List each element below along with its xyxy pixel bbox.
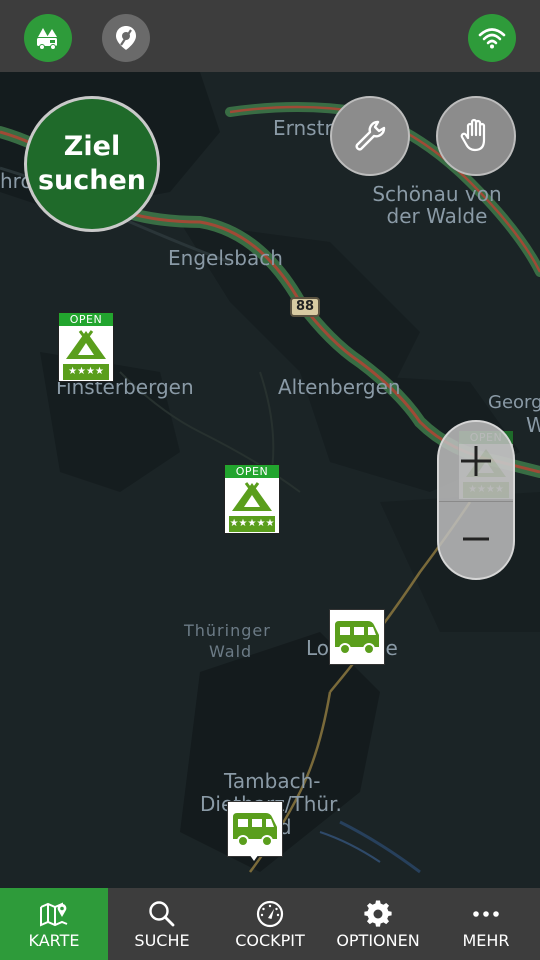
app-screen: Ernstroda hroda Schönau von der Walde En… (0, 0, 540, 960)
nav-suche[interactable]: SUCHE (108, 888, 216, 960)
motorhome-icon (335, 621, 379, 655)
connectivity-button[interactable] (468, 14, 516, 62)
more-dots-icon (473, 910, 499, 917)
place-altenbergen: Altenbergen (278, 375, 401, 399)
wrench-icon (355, 120, 386, 151)
plus-icon (461, 446, 491, 476)
map-icon (40, 901, 68, 927)
nav-cockpit[interactable]: COCKPIT (216, 888, 324, 960)
camper-mode-button[interactable] (24, 14, 72, 62)
motorhome-icon (233, 813, 277, 847)
speedometer-icon (256, 900, 284, 927)
open-badge: OPEN (225, 465, 279, 478)
zoom-control (437, 420, 515, 580)
nav-label: COCKPIT (235, 930, 305, 950)
zoom-in-button[interactable] (439, 422, 513, 500)
tent-icon (232, 482, 272, 511)
rating-stars: ★★★★★ (229, 516, 275, 532)
pan-mode-button[interactable] (436, 96, 516, 176)
campsite-marker[interactable]: OPEN ★★★★★ (224, 464, 280, 534)
motorhome-site-marker[interactable] (227, 801, 283, 857)
wifi-icon (478, 28, 506, 49)
place-w: W (526, 413, 540, 437)
tent-icon (66, 330, 106, 359)
top-bar (0, 0, 540, 72)
bottom-navigation: KARTE SUCHE COCKPIT OPTIONEN MEHR (0, 888, 540, 960)
route-shield: 88 (290, 297, 321, 317)
hand-icon (460, 118, 486, 152)
place-georgen: Georgen (488, 392, 540, 413)
gear-icon (364, 899, 392, 927)
zoom-out-button[interactable] (439, 500, 513, 578)
place-thueringer-wald-1: Thüringer (184, 621, 271, 640)
place-engelsbach: Engelsbach (168, 246, 283, 270)
place-schoenau: Schönau von der Walde (372, 182, 502, 228)
nav-label: MEHR (462, 930, 510, 950)
destination-search-button[interactable]: Ziel suchen (24, 96, 160, 232)
nav-label: SUCHE (134, 930, 190, 950)
location-pin-icon (116, 26, 136, 50)
camper-mode-icon (37, 28, 57, 50)
minus-icon (463, 537, 489, 541)
current-position-arrow-icon (247, 851, 261, 861)
place-thueringer-wald-2: Wald (209, 642, 253, 661)
nav-label: KARTE (28, 930, 80, 950)
nav-mehr[interactable]: MEHR (432, 888, 540, 960)
location-button[interactable] (102, 14, 150, 62)
map-view[interactable]: Ernstroda hroda Schönau von der Walde En… (0, 72, 540, 888)
nav-optionen[interactable]: OPTIONEN (324, 888, 432, 960)
open-badge: OPEN (59, 313, 113, 326)
search-icon (149, 900, 175, 926)
campsite-marker[interactable]: OPEN ★★★★ (58, 312, 114, 382)
motorhome-site-marker[interactable] (329, 609, 385, 665)
tools-button[interactable] (330, 96, 410, 176)
nav-label: OPTIONEN (336, 930, 420, 950)
nav-karte[interactable]: KARTE (0, 888, 108, 960)
rating-stars: ★★★★ (63, 364, 109, 380)
place-tambach-1: Tambach- (224, 769, 321, 793)
